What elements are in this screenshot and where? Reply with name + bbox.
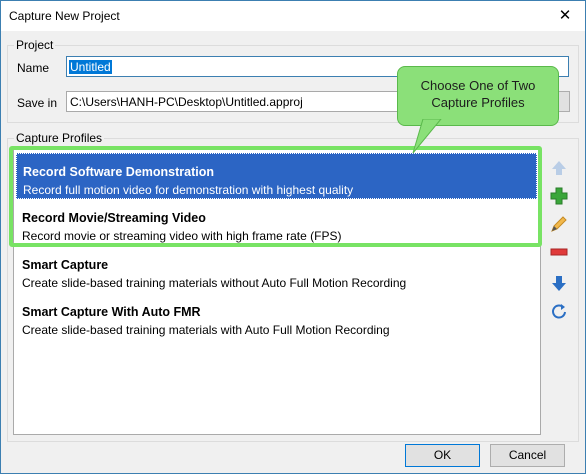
window-title: Capture New Project <box>9 9 120 23</box>
name-field-value: Untitled <box>69 60 112 74</box>
save-in-field-value: C:\Users\HANH-PC\Desktop\Untitled.approj <box>70 95 303 109</box>
add-profile-button[interactable] <box>548 185 570 207</box>
profile-desc: Create slide-based training materials wi… <box>22 323 390 337</box>
callout-pointer <box>412 119 442 154</box>
callout-bubble: Choose One of Two Capture Profiles <box>397 66 559 126</box>
move-up-button[interactable] <box>548 157 570 179</box>
profile-item-smart-capture-auto-fmr[interactable]: Smart Capture With Auto FMR Create slide… <box>16 294 537 340</box>
cancel-button[interactable]: Cancel <box>490 444 565 467</box>
close-button[interactable]: ✕ <box>555 7 575 25</box>
title-bar: Capture New Project ✕ <box>1 1 585 31</box>
reset-profiles-button[interactable] <box>548 301 570 323</box>
ok-button[interactable]: OK <box>405 444 480 467</box>
profiles-highlight-frame <box>9 146 542 247</box>
remove-icon <box>550 248 568 256</box>
remove-profile-button[interactable] <box>548 241 570 263</box>
save-in-label: Save in <box>17 96 58 110</box>
move-up-icon <box>552 161 566 175</box>
profile-title: Smart Capture With Auto FMR <box>22 305 201 319</box>
profile-desc: Create slide-based training materials wi… <box>22 276 407 290</box>
project-legend: Project <box>14 38 56 52</box>
callout-line-2: Capture Profiles <box>431 95 525 110</box>
callout-line-1: Choose One of Two <box>420 78 536 93</box>
move-down-button[interactable] <box>548 272 570 294</box>
add-icon <box>550 187 568 205</box>
capture-profiles-legend: Capture Profiles <box>14 131 105 145</box>
edit-icon <box>551 216 567 232</box>
reset-icon <box>552 304 566 319</box>
move-down-icon <box>552 276 566 291</box>
profile-title: Smart Capture <box>22 258 109 272</box>
name-label: Name <box>17 61 50 75</box>
capture-new-project-dialog: Capture New Project ✕ Project Name Untit… <box>0 0 586 474</box>
edit-profile-button[interactable] <box>548 213 570 235</box>
profile-item-smart-capture[interactable]: Smart Capture Create slide-based trainin… <box>16 247 537 293</box>
